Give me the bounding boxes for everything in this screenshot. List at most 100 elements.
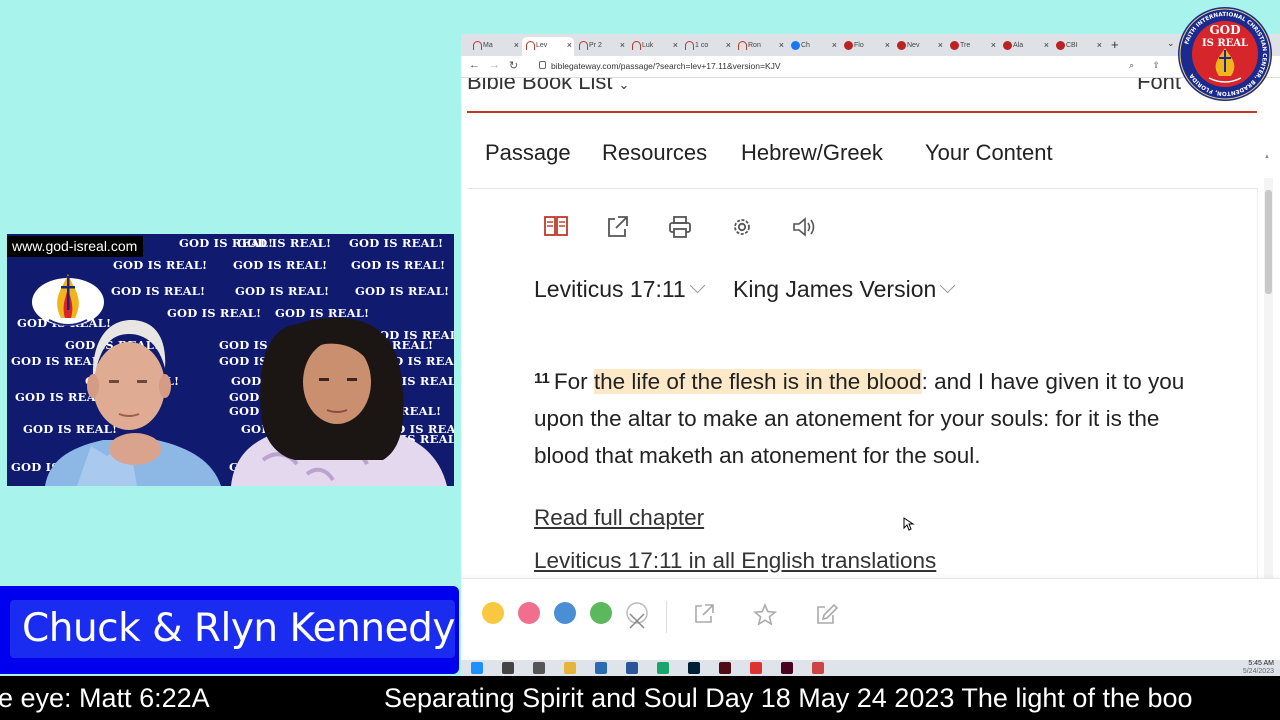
browser-tab[interactable]: Tre × [946, 37, 998, 56]
close-icon[interactable]: × [567, 37, 572, 54]
reload-icon[interactable]: ↻ [509, 59, 518, 72]
dreamweaver-icon[interactable] [719, 662, 731, 674]
tab-label: Ron [748, 42, 761, 49]
close-icon[interactable]: × [673, 37, 678, 54]
close-icon[interactable]: × [938, 37, 943, 54]
chevron-down-icon [940, 277, 956, 294]
scrollbar-thumb[interactable] [1265, 190, 1272, 294]
close-icon[interactable]: × [726, 37, 731, 54]
browser-tab[interactable]: Ron × [734, 37, 786, 56]
presenter-name-banner: Chuck & Rlyn Kennedy [0, 586, 459, 674]
close-icon[interactable]: × [620, 37, 625, 54]
photoshop-icon[interactable] [688, 662, 700, 674]
reference-dropdown[interactable]: Leviticus 17:11 [534, 276, 706, 303]
version-dropdown[interactable]: King James Version [733, 276, 956, 303]
tab-label: CBI [1066, 42, 1078, 49]
app-icon[interactable] [812, 662, 824, 674]
tab-label: Ala [1013, 42, 1024, 49]
share-icon[interactable] [693, 603, 715, 625]
browser-window: Ma × Lev × Pr 2 × Luk × 1 co × Ron × Ch × Flo × Nev × Tre ×… [461, 34, 1280, 660]
forward-icon[interactable]: → [489, 59, 500, 71]
browser-tab[interactable]: Lev × [522, 37, 574, 56]
tab-label: Ma [483, 42, 493, 49]
bible-book-list-label: Bible Book List [467, 78, 613, 94]
indesign-icon[interactable] [781, 662, 793, 674]
nav-passage[interactable]: Passage [485, 140, 571, 166]
version-label: King James Version [733, 276, 937, 302]
edit-note-icon[interactable] [815, 603, 839, 625]
address-input[interactable]: biblegateway.com/passage/?search=lev+17.… [551, 61, 781, 71]
tab-label: Nev [907, 42, 920, 49]
windows-start-icon[interactable] [471, 662, 483, 674]
read-full-chapter-link[interactable]: Read full chapter [534, 505, 704, 531]
close-icon[interactable]: × [1044, 37, 1049, 54]
tab-label: 1 co [695, 42, 709, 49]
address-bar-row: ← → ↻ biblegateway.com/passage/?search=l… [461, 56, 1280, 78]
edge-icon[interactable] [657, 662, 669, 674]
search-icon[interactable] [502, 662, 514, 674]
mail-icon[interactable] [626, 662, 638, 674]
highlighted-phrase[interactable]: the life of the flesh is in the blood [593, 369, 922, 394]
back-icon[interactable]: ← [469, 59, 480, 71]
new-tab-button[interactable]: + [1111, 37, 1119, 52]
close-icon[interactable]: × [514, 37, 519, 54]
webcam-video: GOD IS REAL! GOD IS REAL! GOD IS REAL! GOD … [7, 234, 454, 486]
share-icon[interactable] [605, 215, 631, 239]
presenter-name: Chuck & Rlyn Kennedy [22, 606, 455, 651]
site-icon [897, 41, 906, 50]
presenters-video-feed [45, 318, 447, 486]
tab-strip: Ma × Lev × Pr 2 × Luk × 1 co × Ron × Ch × Flo × Nev × Tre ×… [461, 34, 1280, 56]
highlight-pink-button[interactable] [518, 602, 540, 624]
logo-line-2: IS REAL [1202, 38, 1248, 49]
toolbar-divider [666, 601, 667, 633]
browser-tab[interactable]: Ch × [787, 37, 839, 56]
website-url-tag: www.god-isreal.com [7, 236, 144, 257]
browser-tab[interactable]: Ala × [999, 37, 1051, 56]
close-icon[interactable]: × [991, 37, 996, 54]
store-icon[interactable] [595, 662, 607, 674]
browser-tab[interactable]: CBI × [1052, 37, 1104, 56]
close-icon[interactable]: × [885, 37, 890, 54]
tab-label: Ch [801, 42, 810, 49]
nav-resources[interactable]: Resources [602, 140, 707, 166]
browser-tab[interactable]: Ma × [469, 37, 521, 56]
print-icon[interactable] [667, 215, 693, 239]
close-icon[interactable]: × [1097, 37, 1102, 54]
highlight-green-button[interactable] [590, 602, 612, 624]
file-explorer-icon[interactable] [564, 662, 576, 674]
verse-text: 11 For the life of the flesh is in the bl… [534, 360, 1204, 474]
nav-your-content[interactable]: Your Content [925, 140, 1053, 166]
close-icon[interactable]: × [779, 37, 784, 54]
nav-divider [467, 188, 1257, 189]
ministry-logo: FAITH INTERNATIONAL CHRISTIAN CENTER, BR… [1178, 7, 1272, 101]
chrome-icon[interactable] [750, 662, 762, 674]
highlight-yellow-button[interactable] [482, 602, 504, 624]
bible-gateway-page: Bible Book List ⌄ Font Passage Resources … [461, 78, 1280, 660]
settings-icon[interactable] [729, 215, 755, 239]
ticker-title: Separating Spirit and Soul Day 18 May 24… [384, 683, 1193, 713]
browser-tab[interactable]: Pr 2 × [575, 37, 627, 56]
audio-icon[interactable] [791, 215, 817, 239]
browser-tab[interactable]: Luk × [628, 37, 680, 56]
site-info-icon[interactable] [539, 61, 546, 69]
bible-gateway-icon [473, 41, 482, 50]
highlight-blue-button[interactable] [554, 602, 576, 624]
browser-tab[interactable]: Nev × [893, 37, 945, 56]
system-clock[interactable]: 5:45 AM 5/24/2023 [1234, 660, 1274, 676]
tab-label: Flo [854, 42, 864, 49]
bible-book-list-dropdown[interactable]: Bible Book List ⌄ [467, 78, 629, 95]
chevron-down-icon: ⌄ [618, 78, 630, 92]
browser-tab[interactable]: Flo × [840, 37, 892, 56]
clear-highlight-icon[interactable] [625, 602, 649, 630]
scrolling-ticker: e eye: Matt 6:22A Separating Spirit and … [0, 676, 1280, 720]
nav-hebrew-greek[interactable]: Hebrew/Greek [741, 140, 883, 166]
close-icon[interactable]: × [832, 37, 837, 54]
browser-tab[interactable]: 1 co × [681, 37, 733, 56]
bible-gateway-icon [632, 41, 641, 50]
clock-date: 5/24/2023 [1242, 668, 1274, 675]
all-translations-link[interactable]: Leviticus 17:11 in all English translati… [534, 548, 936, 574]
star-icon[interactable] [753, 603, 777, 625]
parallel-view-icon[interactable] [543, 215, 569, 239]
scroll-up-icon[interactable]: ▲ [1264, 154, 1270, 160]
task-view-icon[interactable] [533, 662, 545, 674]
